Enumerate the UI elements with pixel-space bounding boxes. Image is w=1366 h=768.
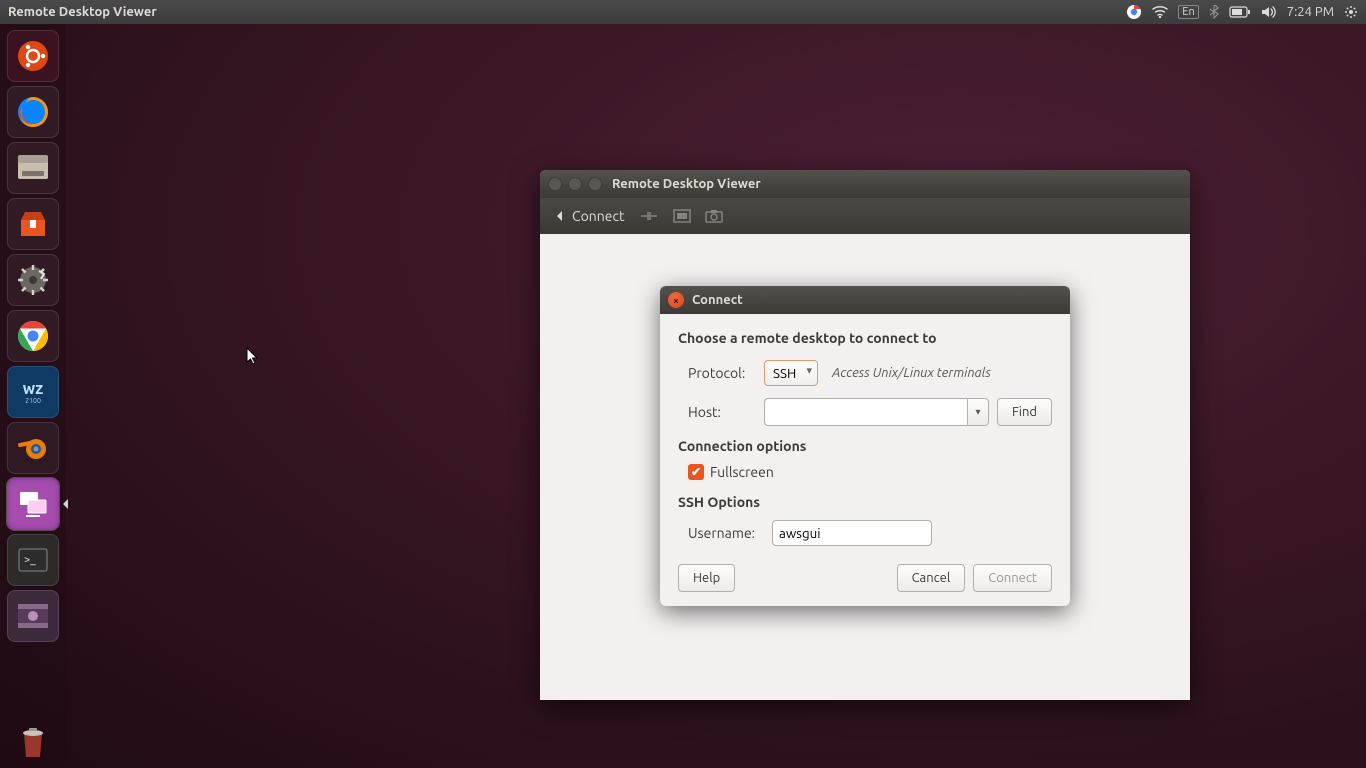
- bluetooth-icon[interactable]: [1209, 5, 1219, 19]
- cancel-button[interactable]: Cancel: [897, 564, 966, 592]
- window-maximize-icon[interactable]: [588, 177, 602, 191]
- connect-button[interactable]: Connect: [973, 564, 1052, 592]
- launcher-firefox[interactable]: [7, 86, 59, 138]
- toolbar-disconnect-button: [639, 209, 659, 223]
- host-label: Host:: [688, 404, 756, 420]
- keyboard-layout-indicator[interactable]: En: [1178, 5, 1198, 19]
- svg-text:WZ: WZ: [23, 383, 43, 397]
- protocol-label: Protocol:: [688, 365, 756, 381]
- launcher-files[interactable]: [7, 142, 59, 194]
- window-title: Remote Desktop Viewer: [612, 177, 761, 191]
- battery-icon[interactable]: [1229, 6, 1251, 18]
- fullscreen-checkbox[interactable]: ✔ Fullscreen: [678, 464, 1052, 480]
- launcher-chrome[interactable]: [7, 310, 59, 362]
- launcher-blender[interactable]: [7, 422, 59, 474]
- svg-text:>_: >_: [24, 554, 36, 566]
- top-menu-bar: Remote Desktop Viewer En 7:24 PM: [0, 0, 1366, 24]
- active-app-title: Remote Desktop Viewer: [8, 5, 157, 19]
- launcher-remote-desktop[interactable]: [7, 478, 59, 530]
- ssh-options-title: SSH Options: [678, 494, 1052, 510]
- unity-launcher: WZ2100 >_: [0, 24, 66, 768]
- host-dropdown-icon[interactable]: ▾: [967, 398, 989, 426]
- launcher-settings[interactable]: [7, 254, 59, 306]
- window-minimize-icon[interactable]: [568, 177, 582, 191]
- username-input[interactable]: [772, 520, 932, 546]
- volume-icon[interactable]: [1261, 5, 1277, 19]
- toolbar-fullscreen-button: [673, 209, 691, 223]
- dialog-titlebar[interactable]: × Connect: [660, 286, 1070, 314]
- launcher-software-center[interactable]: [7, 198, 59, 250]
- window-toolbar: Connect: [540, 198, 1190, 234]
- protocol-select[interactable]: SSH: [764, 360, 818, 386]
- toolbar-screenshot-button: [705, 209, 723, 223]
- plug-icon: [548, 209, 566, 223]
- checkbox-checked-icon: ✔: [688, 464, 704, 480]
- dialog-title: Connect: [692, 293, 743, 307]
- toolbar-connect-button[interactable]: Connect: [548, 208, 625, 224]
- launcher-media-player[interactable]: [7, 590, 59, 642]
- launcher-terminal[interactable]: >_: [7, 534, 59, 586]
- help-button[interactable]: Help: [678, 564, 735, 592]
- mouse-cursor-icon: [246, 347, 260, 367]
- dialog-heading: Choose a remote desktop to connect to: [678, 330, 1052, 346]
- connect-dialog: × Connect Choose a remote desktop to con…: [660, 286, 1070, 606]
- window-titlebar[interactable]: Remote Desktop Viewer: [540, 170, 1190, 198]
- launcher-ubuntu-dash[interactable]: [7, 30, 59, 82]
- remote-desktop-viewer-window: Remote Desktop Viewer Connect × Connect …: [540, 170, 1190, 700]
- clock[interactable]: 7:24 PM: [1287, 5, 1334, 19]
- system-gear-icon[interactable]: [1344, 5, 1358, 19]
- find-button[interactable]: Find: [997, 398, 1052, 426]
- launcher-trash[interactable]: [7, 716, 59, 768]
- dialog-close-icon[interactable]: ×: [668, 292, 684, 308]
- fullscreen-label: Fullscreen: [710, 464, 774, 480]
- launcher-warzone[interactable]: WZ2100: [7, 366, 59, 418]
- connection-options-title: Connection options: [678, 438, 1052, 454]
- username-label: Username:: [688, 525, 764, 541]
- protocol-hint: Access Unix/Linux terminals: [832, 366, 991, 380]
- chrome-indicator-icon[interactable]: [1126, 4, 1142, 20]
- window-close-icon[interactable]: [548, 177, 562, 191]
- host-input[interactable]: [764, 398, 967, 426]
- network-icon[interactable]: [1152, 5, 1168, 19]
- svg-text:2100: 2100: [25, 397, 41, 405]
